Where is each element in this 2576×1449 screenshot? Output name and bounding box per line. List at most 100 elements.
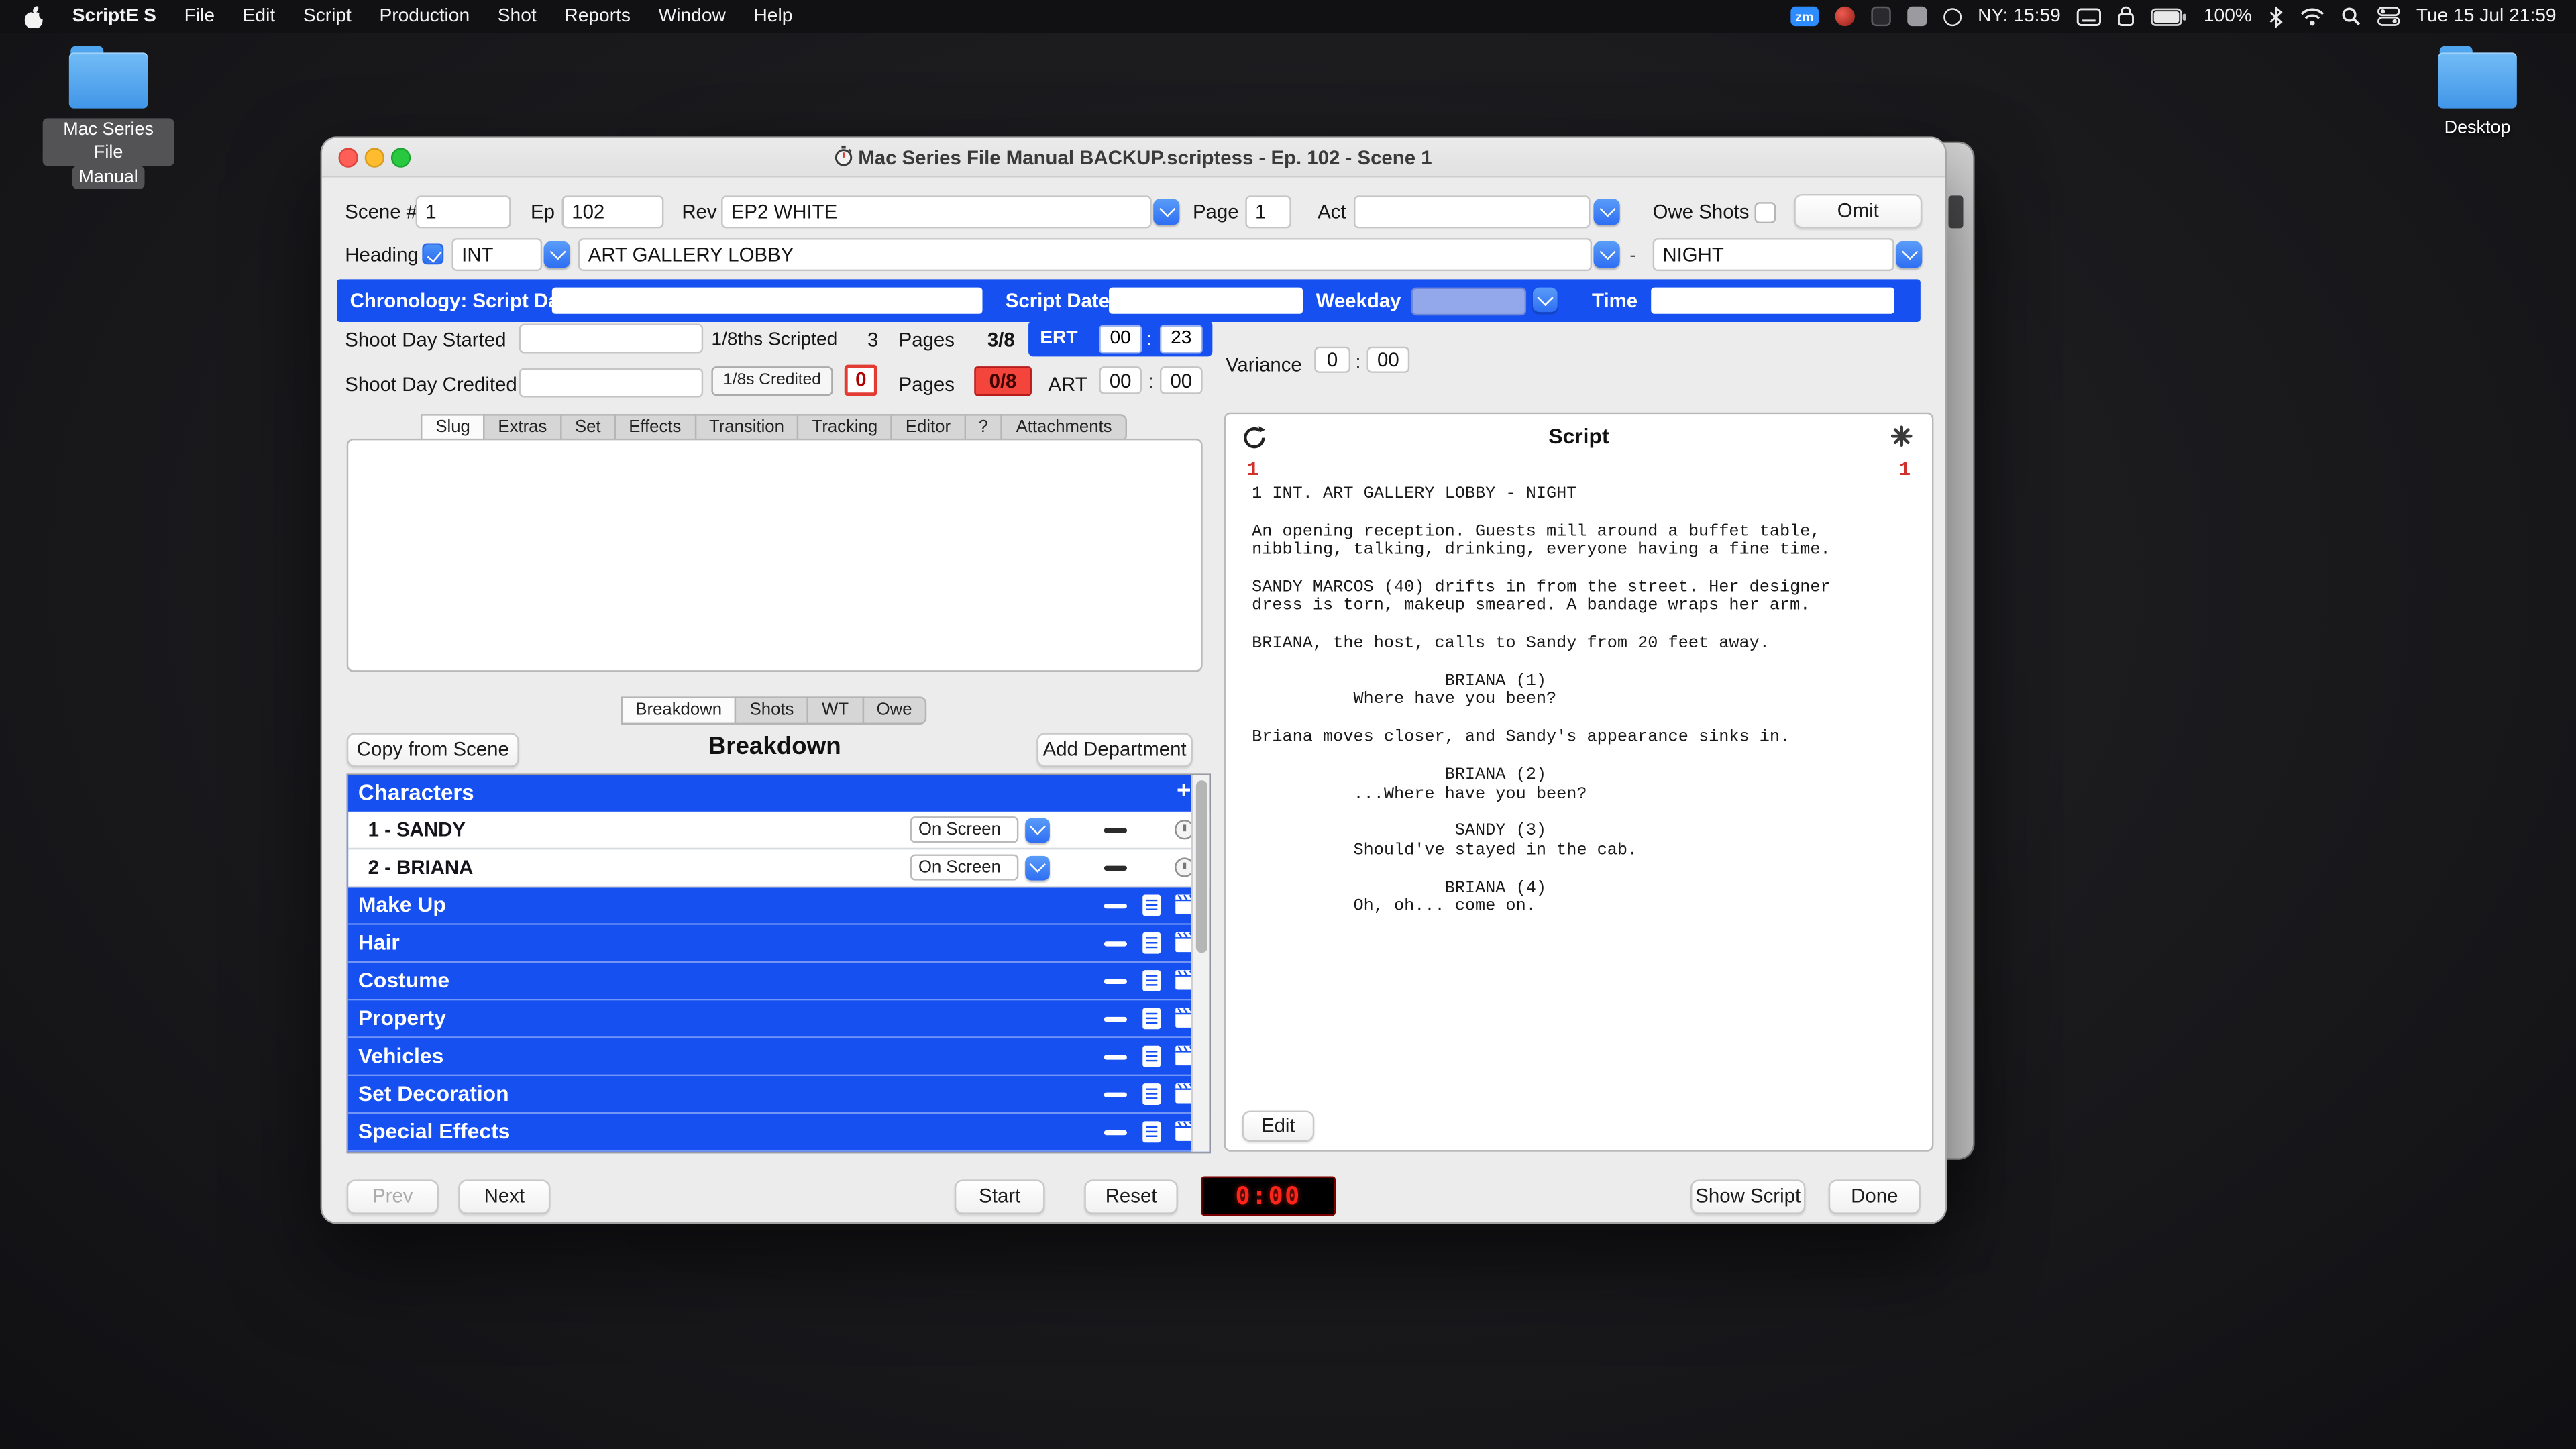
weekday-select[interactable] [1411, 286, 1527, 315]
breakdown-scrollbar[interactable] [1191, 775, 1210, 1152]
remove-department-icon[interactable] [1104, 903, 1128, 909]
onscreen-status-select[interactable]: On Screen [910, 816, 1019, 843]
location-input[interactable] [578, 238, 1593, 272]
notes-icon[interactable] [1142, 1120, 1161, 1152]
prev-button[interactable]: Prev [346, 1179, 439, 1214]
menu-item[interactable]: Script [303, 7, 352, 26]
script-day-input[interactable] [551, 287, 983, 314]
heading-checkbox[interactable] [422, 243, 444, 265]
variance-hours-input[interactable] [1314, 346, 1351, 373]
detail-tab[interactable]: Extras [483, 414, 562, 442]
act-input[interactable] [1353, 195, 1591, 229]
eighths-credited-value[interactable]: 0 [844, 364, 877, 396]
detail-tab[interactable]: ? [963, 414, 1004, 442]
department-row[interactable]: Special Effects [348, 1114, 1210, 1152]
shoot-day-credited-input[interactable] [519, 368, 704, 398]
breakdown-tab[interactable]: Shots [735, 696, 809, 725]
recording-app-icon[interactable] [1835, 6, 1855, 27]
bluetooth-icon[interactable] [2268, 5, 2283, 28]
start-button[interactable]: Start [954, 1179, 1045, 1214]
remove-department-icon[interactable] [1104, 979, 1128, 984]
omit-button[interactable]: Omit [1794, 193, 1923, 229]
remove-character-icon[interactable] [1104, 828, 1128, 833]
department-row[interactable]: Set Decoration [348, 1076, 1210, 1114]
menu-item[interactable]: Window [659, 7, 726, 26]
slug-textarea[interactable] [346, 438, 1203, 672]
shoot-day-started-input[interactable] [519, 323, 704, 354]
department-row[interactable]: Vehicles [348, 1038, 1210, 1077]
ert-hours-input[interactable] [1099, 324, 1142, 353]
script-text[interactable]: 1 INT. ART GALLERY LOBBY - NIGHT An open… [1252, 485, 1919, 917]
settings-icon[interactable] [1890, 425, 1913, 455]
menu-item[interactable]: Help [753, 7, 792, 26]
circle-app-icon[interactable] [1943, 7, 1962, 25]
breakdown-tab[interactable]: Breakdown [621, 696, 737, 725]
ert-minutes-input[interactable] [1159, 324, 1203, 353]
menu-item[interactable]: Production [379, 7, 470, 26]
detail-tab[interactable]: Editor [890, 414, 966, 442]
desktop-icon-desktop[interactable]: Desktop [2415, 46, 2540, 138]
time-of-day-input[interactable] [1652, 238, 1894, 272]
onscreen-status-select[interactable]: On Screen [910, 854, 1019, 881]
heading-type-chevron-down-icon[interactable] [543, 241, 570, 268]
notes-icon[interactable] [1142, 894, 1161, 925]
scrollbar-thumb[interactable] [1195, 780, 1207, 953]
scene-input[interactable] [415, 195, 511, 229]
act-dropdown-chevron-down-icon[interactable] [1593, 199, 1620, 225]
variance-minutes-input[interactable] [1366, 346, 1410, 373]
remove-department-icon[interactable] [1104, 941, 1128, 947]
breakdown-tab[interactable]: Owe [861, 696, 927, 725]
notes-icon[interactable] [1142, 932, 1161, 963]
character-row[interactable]: 2 - BRIANA On Screen [348, 849, 1210, 888]
owe-shots-checkbox[interactable] [1754, 202, 1776, 224]
remove-department-icon[interactable] [1104, 1130, 1128, 1136]
onscreen-chevron-down-icon[interactable] [1025, 855, 1050, 880]
location-chevron-down-icon[interactable] [1593, 241, 1620, 268]
rev-dropdown-chevron-down-icon[interactable] [1153, 199, 1180, 225]
script-date-input[interactable] [1109, 287, 1303, 314]
keyboard-icon[interactable] [2077, 7, 2102, 25]
remove-department-icon[interactable] [1104, 1092, 1128, 1097]
detail-tab[interactable]: Effects [614, 414, 696, 442]
character-row[interactable]: 1 - SANDY On Screen [348, 811, 1210, 850]
department-row[interactable]: Make Up [348, 887, 1210, 925]
detail-tab[interactable]: Tracking [797, 414, 893, 442]
menu-item[interactable]: File [184, 7, 215, 26]
ep-input[interactable] [561, 195, 664, 229]
time-of-day-chevron-down-icon[interactable] [1896, 241, 1923, 268]
title-bar[interactable]: Mac Series File Manual BACKUP.scriptess … [322, 138, 1945, 178]
ny-clock[interactable]: NY: 15:59 [1978, 7, 2061, 26]
desktop-icon-mac-series-file-manual[interactable]: Mac Series File Manual [42, 46, 174, 189]
control-center-icon[interactable] [2377, 7, 2400, 26]
done-button[interactable]: Done [1828, 1179, 1921, 1214]
apple-menu-icon[interactable] [23, 4, 44, 29]
time-input[interactable] [1651, 287, 1894, 314]
rev-input[interactable] [721, 195, 1152, 229]
add-department-button[interactable]: Add Department [1036, 733, 1193, 767]
onscreen-chevron-down-icon[interactable] [1025, 817, 1050, 843]
notes-icon[interactable] [1142, 1045, 1161, 1077]
dark-app-icon[interactable] [1870, 6, 1891, 27]
lock-icon[interactable] [2118, 6, 2135, 26]
art-minutes-input[interactable] [1159, 366, 1203, 394]
notes-icon[interactable] [1142, 1083, 1161, 1114]
spotlight-icon[interactable] [2341, 7, 2360, 26]
menu-clock[interactable]: Tue 15 Jul 21:59 [2416, 7, 2557, 26]
menu-item[interactable]: Shot [498, 7, 537, 26]
detail-tab[interactable]: Slug [421, 414, 485, 442]
next-button[interactable]: Next [458, 1179, 551, 1214]
remove-department-icon[interactable] [1104, 1055, 1128, 1060]
remove-department-icon[interactable] [1104, 1016, 1128, 1022]
detail-tab[interactable]: Transition [694, 414, 799, 442]
department-row[interactable]: Property [348, 1000, 1210, 1038]
department-row[interactable]: Hair [348, 924, 1210, 963]
menu-item[interactable]: Reports [564, 7, 631, 26]
notes-icon[interactable] [1142, 1007, 1161, 1038]
heading-type-input[interactable] [451, 238, 543, 272]
art-hours-input[interactable] [1099, 366, 1142, 394]
characters-header[interactable]: Characters + [348, 775, 1210, 812]
wifi-icon[interactable] [2300, 7, 2324, 25]
detail-tab[interactable]: Set [559, 414, 616, 442]
menu-item[interactable]: Edit [243, 7, 276, 26]
zoom-menu-icon[interactable]: zm [1790, 6, 1819, 27]
